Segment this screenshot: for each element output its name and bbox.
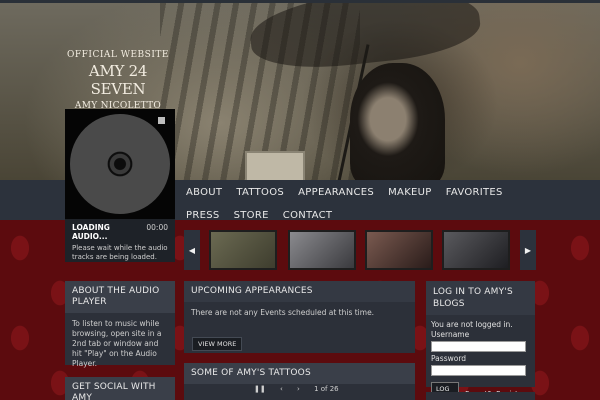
carousel-next-button[interactable]: ▶: [520, 230, 536, 270]
login-widget: LOG IN TO AMY'S BLOGS You are not logged…: [426, 281, 535, 400]
upcoming-title: UPCOMING APPEARANCES: [184, 281, 415, 302]
photo-carousel: ◀ ▶: [184, 230, 536, 270]
password-label: Password: [431, 354, 467, 363]
banner-bench: [245, 151, 305, 180]
about-player-widget: ABOUT THE AUDIO PLAYER To listen to musi…: [65, 281, 175, 368]
upcoming-body: There are not any Events scheduled at th…: [184, 302, 415, 324]
social-title: GET SOCIAL WITH AMY: [65, 377, 175, 400]
site-logo[interactable]: OFFICIAL WEBSITE AMY 24 SEVEN AMY NICOLE…: [66, 50, 170, 111]
carousel-thumb[interactable]: [365, 230, 433, 270]
player-toggle-button[interactable]: [158, 117, 165, 124]
carousel-thumb[interactable]: [209, 230, 277, 270]
slide-counter: 1 of 26: [314, 385, 339, 393]
nav-item-contact[interactable]: CONTACT: [283, 206, 333, 226]
logo-name: AMY 24 SEVEN: [88, 62, 148, 98]
login-title: LOG IN TO AMY'S BLOGS: [426, 281, 535, 315]
carousel-thumb[interactable]: [442, 230, 510, 270]
nav-item-store[interactable]: STORE: [234, 206, 269, 226]
password-field[interactable]: [431, 365, 526, 376]
username-field[interactable]: [431, 341, 526, 352]
thumb-image: [444, 232, 508, 268]
thumb-image: [367, 232, 431, 268]
carousel-prev-button[interactable]: ◀: [184, 230, 200, 270]
chevron-left-icon[interactable]: ‹: [280, 385, 283, 393]
pause-icon[interactable]: ❚❚: [254, 385, 266, 393]
nav-item-about[interactable]: ABOUT: [186, 183, 222, 203]
thumb-image: [211, 232, 275, 268]
chevron-right-icon[interactable]: ›: [297, 385, 300, 393]
thumb-image: [290, 232, 354, 268]
social-widget: GET SOCIAL WITH AMY: [65, 377, 175, 400]
player-message: Please wait while the audio tracks are b…: [72, 244, 168, 261]
nav-item-makeup[interactable]: MAKEUP: [388, 183, 432, 203]
tattoos-slider-controls: ❚❚ ‹ › 1 of 26: [254, 385, 351, 393]
audio-player-status: LOADING AUDIO... 00:00 Please wait while…: [65, 219, 175, 262]
view-more-button[interactable]: VIEW MORE: [192, 337, 243, 351]
cd-disc-icon: [70, 114, 170, 214]
chevron-left-icon: ◀: [188, 245, 196, 255]
nav-item-tattoos[interactable]: TATTOOS: [236, 183, 284, 203]
banner-figure: [350, 63, 445, 180]
nav-item-appearances[interactable]: APPEARANCES: [298, 183, 374, 203]
next-widget-header: [426, 392, 535, 400]
tattoos-widget: SOME OF AMY'S TATTOOS ❚❚ ‹ › 1 of 26: [184, 363, 415, 400]
player-time: 00:00: [146, 223, 168, 232]
carousel-thumb[interactable]: [288, 230, 356, 270]
nav-item-press[interactable]: PRESS: [186, 206, 220, 226]
nav-item-favorites[interactable]: FAVORITES: [446, 183, 503, 203]
about-player-title: ABOUT THE AUDIO PLAYER: [65, 281, 175, 313]
tattoos-title: SOME OF AMY'S TATTOOS: [184, 363, 415, 384]
about-player-body: To listen to music while browsing, open …: [72, 319, 162, 368]
chevron-right-icon: ▶: [524, 245, 532, 255]
upcoming-appearances-widget: UPCOMING APPEARANCES There are not any E…: [184, 281, 415, 353]
player-title: LOADING AUDIO...: [72, 223, 110, 241]
logo-official-text: OFFICIAL WEBSITE: [67, 50, 169, 60]
username-label: Username: [431, 330, 470, 339]
audio-player[interactable]: [65, 109, 175, 219]
login-status: You are not logged in.: [431, 320, 513, 329]
